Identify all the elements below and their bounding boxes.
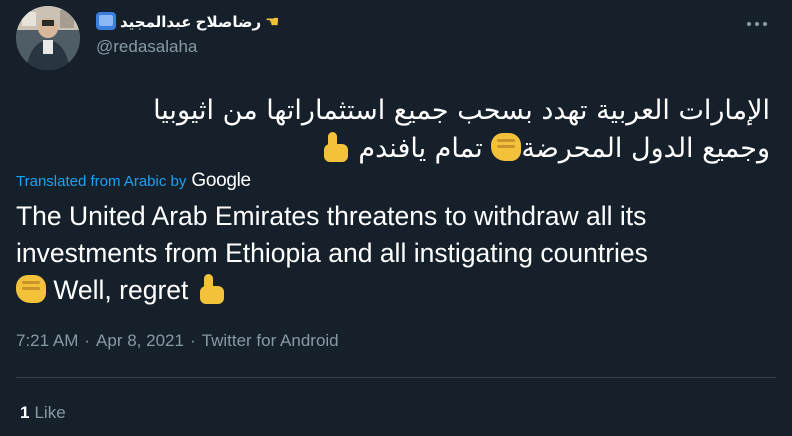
author-display-name[interactable]: رضاصلاح عبدالمجيد	[120, 13, 261, 31]
fist-icon	[491, 133, 522, 161]
google-logo: Google	[191, 170, 251, 191]
author-display-name-row[interactable]: رضاصلاح عبدالمجيد ☚	[96, 10, 279, 34]
meta-separator: ·	[84, 331, 91, 350]
tweet-meta: 7:21 AM · Apr 8, 2021 · Twitter for Andr…	[16, 328, 339, 354]
tweet-english-tail: Well, regret	[53, 275, 189, 305]
tweet-source[interactable]: Twitter for Android	[202, 331, 339, 351]
avatar-image	[16, 6, 80, 70]
tweet-arabic-fragment-2: تمام يافندم	[358, 133, 483, 164]
thumbs-up-icon	[320, 132, 350, 162]
tweet-arabic-line-2: وجميع الدول المحرضة تمام يافندم	[16, 130, 770, 168]
tweet-english-main: The United Arab Emirates threatens to wi…	[16, 201, 648, 268]
thumbs-up-icon	[196, 274, 226, 304]
author-handle[interactable]: @redasalaha	[96, 37, 197, 57]
more-options-icon[interactable]	[740, 12, 774, 36]
tweet-arabic-line-1: الإمارات العربية تهدد بسحب جميع استثمارا…	[153, 95, 770, 126]
avatar[interactable]	[16, 6, 80, 70]
tv-icon	[96, 12, 116, 30]
pointing-hand-icon: ☚	[265, 14, 280, 31]
likes-count: 1	[20, 403, 30, 422]
tweet-text-english: The United Arab Emirates threatens to wi…	[16, 198, 776, 309]
meta-separator: ·	[189, 331, 196, 350]
tweet-text-arabic: الإمارات العربية تهدد بسحب جميع استثمارا…	[16, 92, 770, 168]
likes-label: Like	[34, 403, 66, 422]
tweet-arabic-fragment-1: وجميع الدول المحرضة	[521, 133, 770, 164]
divider	[16, 377, 776, 378]
likes-stat[interactable]: 1 Like	[20, 401, 66, 425]
tweet-date[interactable]: Apr 8, 2021	[96, 331, 184, 351]
translation-label: Translated from Arabic by	[16, 172, 187, 190]
fist-icon	[16, 275, 46, 303]
tweet-time[interactable]: 7:21 AM	[16, 331, 78, 351]
translation-attribution[interactable]: Translated from Arabic by Google	[16, 170, 251, 192]
